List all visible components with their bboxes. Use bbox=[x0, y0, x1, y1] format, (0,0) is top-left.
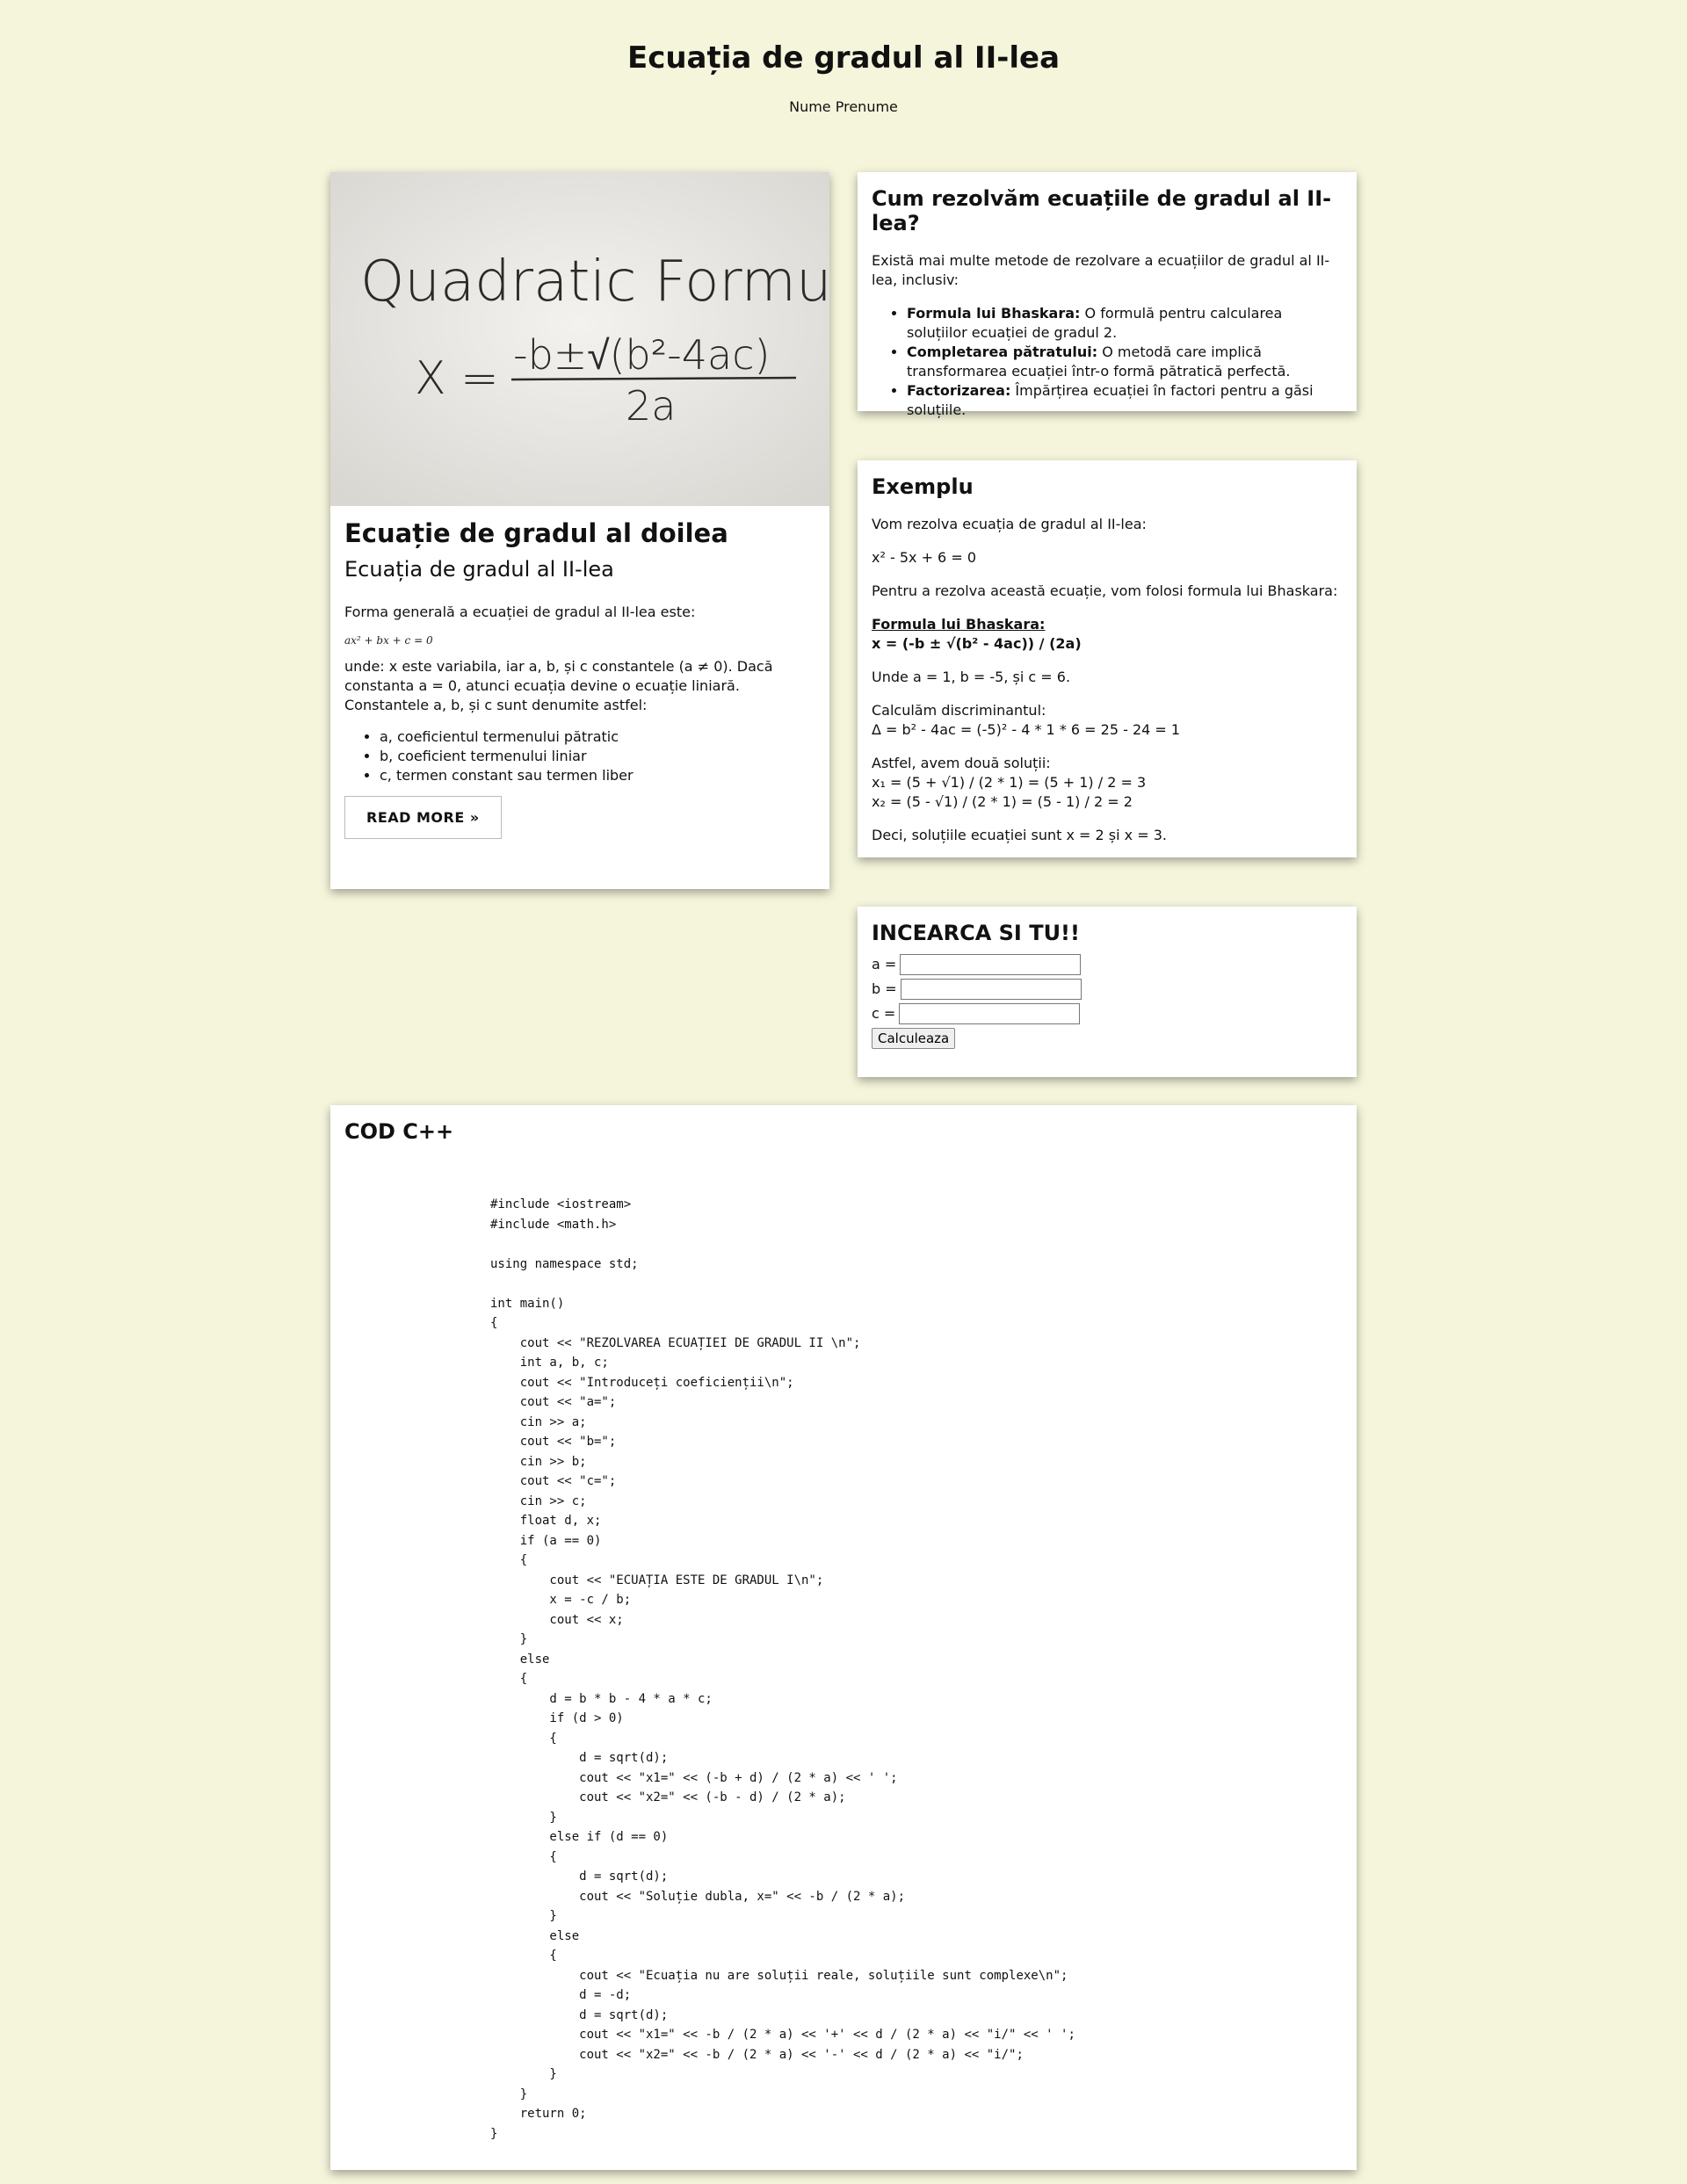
read-more-button[interactable]: READ MORE » bbox=[344, 796, 502, 839]
solutions-block: Astfel, avem două soluții: x₁ = (5 + √1)… bbox=[872, 754, 1343, 812]
article-subheading: Ecuația de gradul al II-lea bbox=[344, 557, 614, 582]
input-row-a: a = bbox=[872, 952, 1343, 977]
example-line2: Pentru a rezolva această ecuație, vom fo… bbox=[872, 582, 1338, 599]
label-b: b = bbox=[872, 980, 897, 997]
input-row-c: c = bbox=[872, 1002, 1343, 1026]
general-formula: ax² + bx + c = 0 bbox=[344, 634, 433, 647]
image-title-text: Quadratic Formula bbox=[360, 249, 829, 315]
solution-x1: x₁ = (5 + √1) / (2 * 1) = (5 + 1) / 2 = … bbox=[872, 774, 1147, 791]
author-name: Nume Prenume bbox=[789, 98, 898, 115]
image-denominator-text: 2a bbox=[626, 382, 676, 430]
quadratic-formula-image: Quadratic Formula X = -b±√(b²-4ac) 2a bbox=[330, 172, 829, 506]
method-term: Completarea pătratului: bbox=[907, 344, 1098, 360]
label-c: c = bbox=[872, 1005, 896, 1022]
list-item: c, termen constant sau termen liber bbox=[380, 766, 815, 785]
input-row-b: b = bbox=[872, 977, 1343, 1002]
cpp-code-block: #include <iostream> #include <math.h> us… bbox=[490, 1197, 1075, 2141]
methods-title: Cum rezolvăm ecuațiile de gradul al II-l… bbox=[872, 186, 1332, 235]
bhaskara-block: Formula lui Bhaskara: x = (-b ± √(b² - 4… bbox=[872, 615, 1343, 654]
solution-x2: x₂ = (5 - √1) / (2 * 1) = (5 - 1) / 2 = … bbox=[872, 793, 1133, 810]
list-item: Completarea pătratului: O metodă care im… bbox=[907, 343, 1343, 381]
coefficient-a-input[interactable] bbox=[900, 954, 1082, 975]
code-title: COD C++ bbox=[344, 1119, 454, 1144]
page-title: Ecuația de gradul al II-lea bbox=[626, 40, 1061, 76]
list-item: a, coeficientul termenului pătratic bbox=[380, 727, 815, 747]
methods-card: Cum rezolvăm ecuațiile de gradul al II-l… bbox=[858, 172, 1357, 418]
methods-intro: Există mai multe metode de rezolvare a e… bbox=[872, 252, 1330, 288]
coefficient-list: a, coeficientul termenului pătratic b, c… bbox=[344, 727, 815, 785]
article-explanation: unde: x este variabila, iar a, b, și c c… bbox=[344, 658, 773, 713]
methods-list: Formula lui Bhaskara: O formulă pentru c… bbox=[872, 304, 1343, 420]
list-item: b, coeficient termenului liniar bbox=[380, 747, 815, 766]
example-equation: x² - 5x + 6 = 0 bbox=[872, 549, 976, 566]
example-card: Exemplu Vom rezolva ecuația de gradul al… bbox=[858, 460, 1357, 857]
article-intro: Forma generală a ecuației de gradul al I… bbox=[344, 604, 696, 620]
method-term: Formula lui Bhaskara: bbox=[907, 305, 1081, 322]
discriminant-value: Δ = b² - 4ac = (-5)² - 4 * 1 * 6 = 25 - … bbox=[872, 721, 1181, 738]
list-item: Formula lui Bhaskara: O formulă pentru c… bbox=[907, 304, 1343, 343]
coefficient-b-input[interactable] bbox=[900, 979, 1082, 1000]
code-card: COD C++ #include <iostream> #include <ma… bbox=[330, 1105, 1357, 2170]
method-term: Factorizarea: bbox=[907, 382, 1011, 399]
try-title: INCEARCA SI TU!! bbox=[872, 921, 1080, 945]
article-heading: Ecuație de gradul al doilea bbox=[344, 518, 728, 548]
discriminant-label: Calculăm discriminantul: bbox=[872, 702, 1046, 719]
article-card: Quadratic Formula X = -b±√(b²-4ac) 2a Ec… bbox=[330, 172, 829, 889]
discriminant-block: Calculăm discriminantul: Δ = b² - 4ac = … bbox=[872, 701, 1343, 740]
formula-label: Formula lui Bhaskara: bbox=[872, 616, 1046, 633]
solutions-label: Astfel, avem două soluții: bbox=[872, 755, 1051, 771]
label-a: a = bbox=[872, 956, 897, 973]
try-it-card: INCEARCA SI TU!! a = b = c = Calculeaza bbox=[858, 907, 1357, 1077]
example-conclusion: Deci, soluțiile ecuației sunt x = 2 și x… bbox=[872, 827, 1167, 843]
example-title: Exemplu bbox=[872, 474, 974, 499]
calculate-button[interactable]: Calculeaza bbox=[872, 1028, 956, 1049]
image-lhs-text: X = bbox=[415, 352, 499, 405]
coefficient-c-input[interactable] bbox=[899, 1003, 1081, 1024]
example-coefficients: Unde a = 1, b = -5, și c = 6. bbox=[872, 669, 1071, 685]
list-item: Factorizarea: Împărțirea ecuației în fac… bbox=[907, 381, 1343, 420]
bhaskara-formula: x = (-b ± √(b² - 4ac)) / (2a) bbox=[872, 635, 1082, 652]
example-line1: Vom rezolva ecuația de gradul al II-lea: bbox=[872, 516, 1147, 532]
image-numerator-text: -b±√(b²-4ac) bbox=[513, 331, 770, 379]
